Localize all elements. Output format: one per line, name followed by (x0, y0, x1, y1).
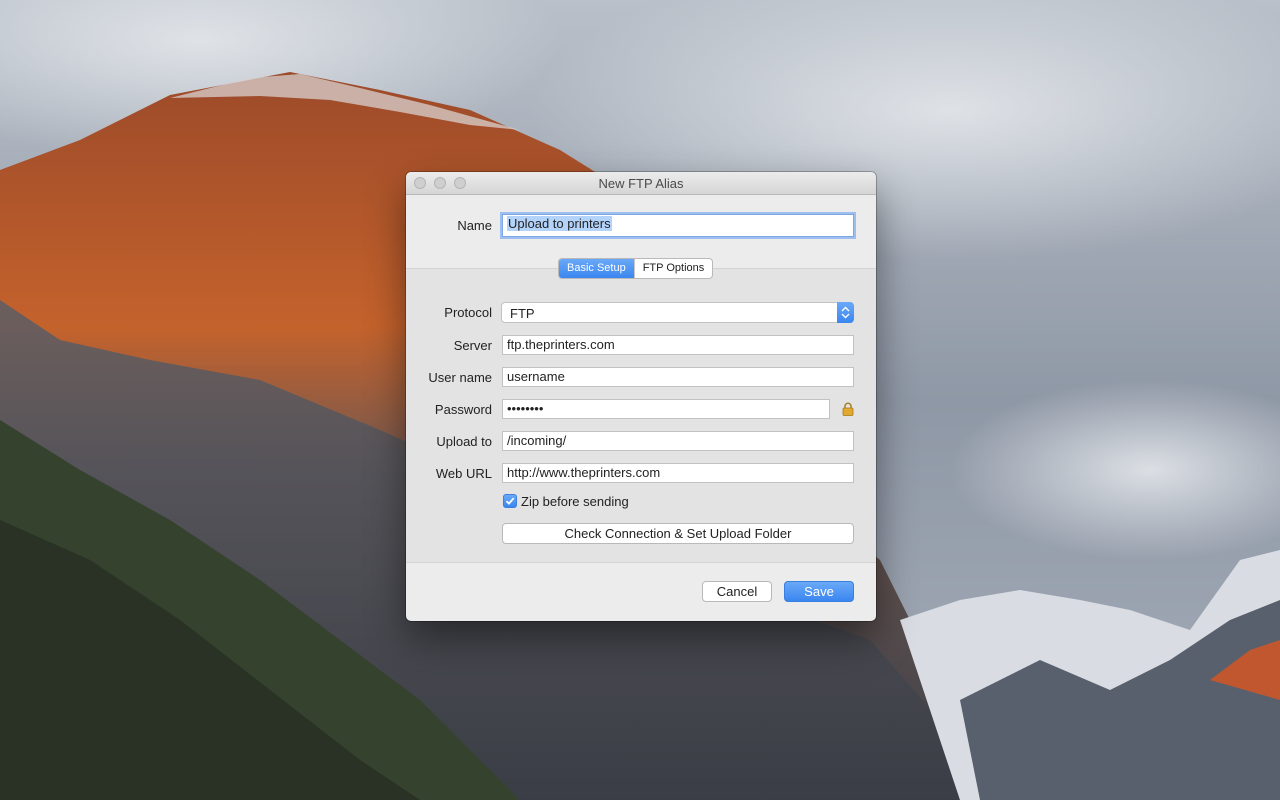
web-url-label: Web URL (435, 466, 492, 481)
server-label: Server (453, 338, 492, 353)
upload-to-field[interactable]: /incoming/ (502, 431, 854, 451)
title-bar[interactable]: New FTP Alias (406, 172, 876, 195)
zip-checkbox-label[interactable]: Zip before sending (521, 494, 629, 509)
name-label: Name (457, 218, 492, 233)
check-connection-button[interactable]: Check Connection & Set Upload Folder (502, 523, 854, 544)
tab-ftp-options[interactable]: FTP Options (633, 259, 713, 278)
footer-divider (406, 562, 876, 563)
protocol-popup[interactable]: FTP (501, 302, 854, 323)
password-label: Password (434, 402, 492, 417)
save-button[interactable]: Save (784, 581, 854, 602)
name-field-value: Upload to printers (507, 216, 612, 231)
protocol-label: Protocol (444, 305, 492, 320)
chevron-updown-icon (837, 302, 854, 323)
zip-checkbox[interactable] (503, 494, 517, 508)
tab-basic-setup[interactable]: Basic Setup (559, 259, 634, 278)
password-field[interactable]: •••••••• (502, 399, 830, 419)
username-field[interactable]: username (502, 367, 854, 387)
ftp-alias-dialog: New FTP Alias Name Upload to printers Ba… (406, 172, 876, 621)
lock-icon[interactable] (842, 402, 854, 416)
upload-to-label: Upload to (436, 434, 492, 449)
name-field[interactable]: Upload to printers (502, 214, 854, 237)
username-label: User name (428, 370, 492, 385)
web-url-field[interactable]: http://www.theprinters.com (502, 463, 854, 483)
checkmark-icon (505, 497, 515, 505)
server-field[interactable]: ftp.theprinters.com (502, 335, 854, 355)
window-title: New FTP Alias (598, 176, 684, 191)
cancel-button[interactable]: Cancel (702, 581, 772, 602)
protocol-value: FTP (510, 306, 535, 321)
tab-segmented-control: Basic Setup FTP Options (558, 258, 714, 279)
